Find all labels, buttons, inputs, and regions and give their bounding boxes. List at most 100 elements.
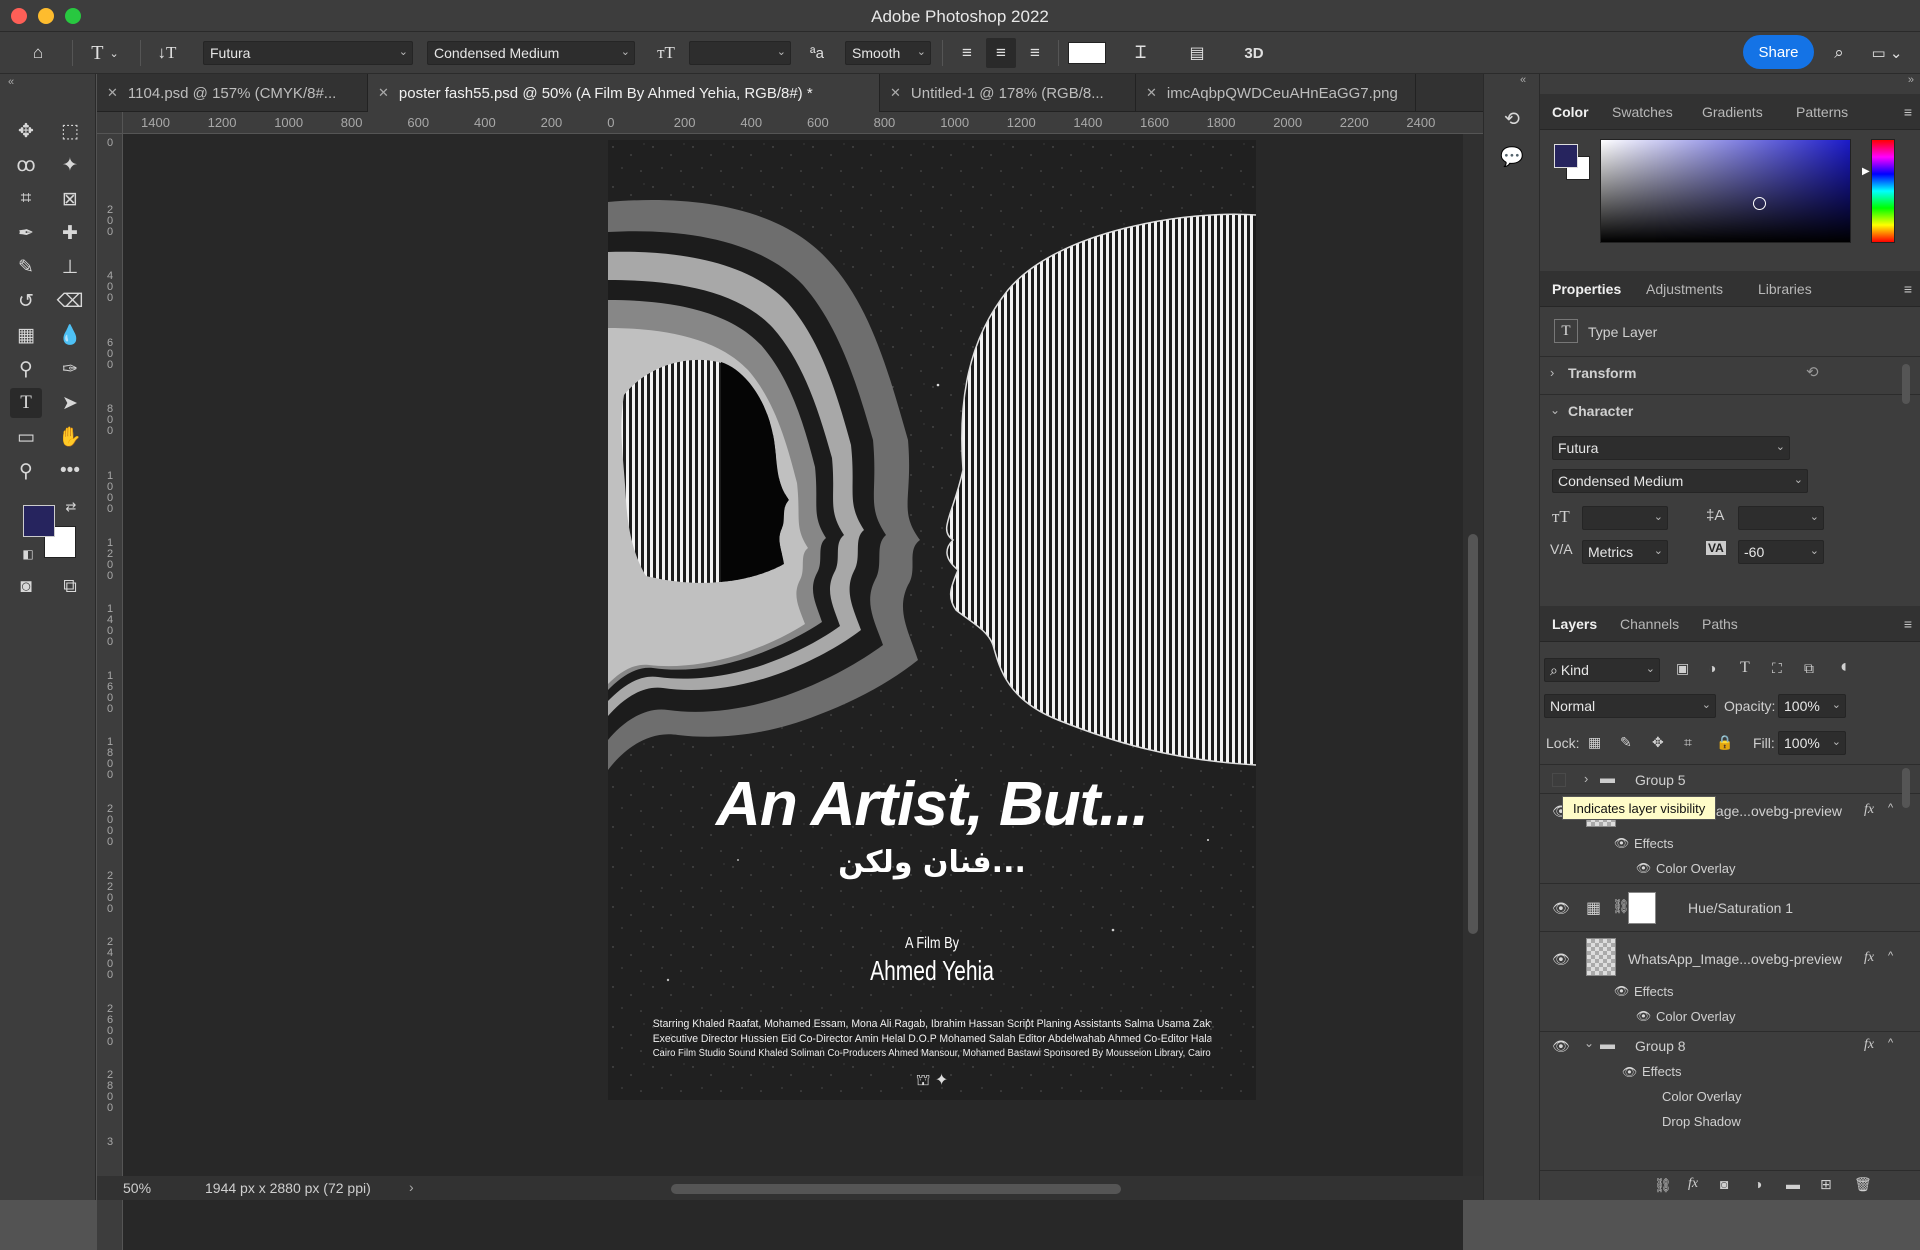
- stamp-tool-icon[interactable]: ⊥: [54, 252, 86, 282]
- close-tab-icon[interactable]: ✕: [890, 85, 901, 101]
- reset-transform-icon[interactable]: ⟲: [1806, 363, 1819, 381]
- magic-wand-icon[interactable]: ✦: [54, 150, 86, 180]
- eye-icon[interactable]: 👁: [1614, 836, 1629, 850]
- delete-layer-icon[interactable]: 🗑: [1854, 1176, 1872, 1193]
- filter-toggle-icon[interactable]: ◖: [1838, 656, 1849, 677]
- layer-row-whatsapp-2[interactable]: 👁 WhatsApp_Image...ovebg-preview fx ^ 👁 …: [1540, 932, 1920, 1032]
- color-picker-field[interactable]: [1600, 139, 1851, 243]
- character-size-field[interactable]: ⌄: [1582, 506, 1668, 530]
- layer-name[interactable]: Group 8: [1635, 1038, 1686, 1054]
- lock-artboard-icon[interactable]: ⌗: [1684, 734, 1692, 751]
- font-size-select[interactable]: ⌄: [689, 41, 791, 65]
- tab-png[interactable]: ✕ imcAqbpQWDCeuAHnEaGG7.png: [1136, 74, 1416, 112]
- effect-color-overlay[interactable]: Color Overlay: [1662, 1089, 1741, 1104]
- add-style-icon[interactable]: fx: [1688, 1176, 1698, 1192]
- add-mask-icon[interactable]: ◙: [1720, 1176, 1728, 1192]
- new-group-icon[interactable]: ▬: [1786, 1176, 1800, 1192]
- new-adjustment-icon[interactable]: ◑: [1754, 1176, 1762, 1192]
- tab-adjustments[interactable]: Adjustments: [1646, 271, 1723, 307]
- blur-tool-icon[interactable]: 💧: [54, 320, 86, 350]
- panel-menu-icon[interactable]: ≡: [1904, 281, 1912, 297]
- filter-adjustment-icon[interactable]: ◑: [1708, 660, 1716, 676]
- tab-patterns[interactable]: Patterns: [1796, 94, 1848, 130]
- effect-color-overlay[interactable]: Color Overlay: [1656, 1009, 1735, 1024]
- ruler-origin[interactable]: [97, 112, 123, 134]
- history-brush-icon[interactable]: ↺: [10, 286, 42, 316]
- font-style-select[interactable]: Condensed Medium ⌄: [427, 41, 635, 65]
- panel-fg-swatch[interactable]: [1554, 144, 1578, 168]
- type-tool-icon[interactable]: T: [10, 388, 42, 418]
- eye-icon[interactable]: 👁: [1552, 951, 1570, 968]
- font-family-select[interactable]: Futura ⌄: [203, 41, 413, 65]
- eye-icon[interactable]: 👁: [1614, 984, 1629, 998]
- layer-row-group-5[interactable]: › ▬ Group 5: [1540, 764, 1920, 794]
- align-right-icon[interactable]: ≡: [1020, 32, 1050, 74]
- tab-color[interactable]: Color: [1552, 94, 1589, 130]
- collapse-effects-icon[interactable]: ^: [1888, 1037, 1893, 1049]
- effect-color-overlay[interactable]: Color Overlay: [1656, 861, 1735, 876]
- zoom-level[interactable]: 50%: [123, 1180, 151, 1196]
- eyedropper-icon[interactable]: ✒: [10, 218, 42, 248]
- search-icon[interactable]: ⌕: [1822, 32, 1856, 74]
- screen-mode-icon[interactable]: ⧉: [54, 572, 86, 602]
- 3d-button[interactable]: 3D: [1236, 32, 1272, 74]
- hand-tool-icon[interactable]: ✋: [54, 422, 86, 452]
- filter-shape-icon[interactable]: ⛶: [1772, 660, 1782, 677]
- tab-gradients[interactable]: Gradients: [1702, 94, 1763, 130]
- color-picker-marker[interactable]: [1753, 197, 1766, 210]
- gradient-tool-icon[interactable]: ▦: [10, 320, 42, 350]
- healing-brush-icon[interactable]: ✚: [54, 218, 86, 248]
- workspace-icon[interactable]: ▭ ⌄: [1862, 32, 1912, 74]
- fill-field[interactable]: 100% ⌄: [1778, 731, 1846, 755]
- tab-poster[interactable]: ✕ poster fash55.psd @ 50% (A Film By Ahme…: [368, 74, 880, 112]
- expand-icon[interactable]: »: [1908, 74, 1914, 86]
- brush-tool-icon[interactable]: ✎: [10, 252, 42, 282]
- opacity-field[interactable]: 100% ⌄: [1778, 694, 1846, 718]
- close-tab-icon[interactable]: ✕: [378, 85, 389, 101]
- tab-1104[interactable]: ✕ 1104.psd @ 157% (CMYK/8#...: [97, 74, 368, 112]
- dodge-tool-icon[interactable]: ⚲: [10, 354, 42, 384]
- eye-icon[interactable]: 👁: [1552, 1038, 1570, 1055]
- chevron-down-icon[interactable]: ⌄: [1584, 1036, 1594, 1050]
- tab-libraries[interactable]: Libraries: [1758, 271, 1812, 307]
- character-tracking-field[interactable]: -60 ⌄: [1738, 540, 1824, 564]
- rectangle-tool-icon[interactable]: ▭: [10, 422, 42, 452]
- layer-name[interactable]: Group 5: [1635, 772, 1686, 788]
- eye-icon[interactable]: 👁: [1622, 1065, 1637, 1079]
- close-tab-icon[interactable]: ✕: [1146, 85, 1157, 101]
- character-kerning-select[interactable]: Metrics ⌄: [1582, 540, 1668, 564]
- character-panel-icon[interactable]: ▤: [1180, 32, 1214, 74]
- eraser-icon[interactable]: ⌫: [54, 286, 86, 316]
- layer-name[interactable]: WhatsApp_Image...ovebg-preview: [1628, 951, 1842, 967]
- toggle-text-orientation-icon[interactable]: ↓T: [150, 32, 184, 74]
- pen-tool-icon[interactable]: ✑: [54, 354, 86, 384]
- type-tool-preset-icon[interactable]: T ⌄: [80, 32, 130, 74]
- layer-row-hue-saturation[interactable]: 👁 ▦ ⛓ Hue/Saturation 1: [1540, 884, 1920, 932]
- visibility-toggle[interactable]: [1552, 773, 1566, 787]
- warp-text-icon[interactable]: Ꮖ: [1124, 32, 1158, 74]
- comments-panel-icon[interactable]: 💬: [1496, 142, 1528, 172]
- character-font-select[interactable]: Futura ⌄: [1552, 436, 1790, 460]
- quick-mask-icon[interactable]: ◙: [10, 572, 42, 602]
- chevron-right-icon[interactable]: ›: [409, 1179, 414, 1195]
- layer-mask-thumbnail[interactable]: [1628, 892, 1656, 924]
- zoom-tool-icon[interactable]: ⚲: [10, 456, 42, 486]
- lock-position-icon[interactable]: ✥: [1652, 734, 1664, 751]
- lasso-tool-icon[interactable]: ꝏ: [10, 150, 42, 180]
- share-button[interactable]: Share: [1743, 35, 1814, 69]
- scroll-thumb[interactable]: [1468, 534, 1478, 934]
- hue-slider[interactable]: [1871, 139, 1895, 243]
- horizontal-ruler[interactable]: 1400 1200 1000 800 600 400 200 0 200 400 600 800 100…: [123, 112, 1483, 134]
- filter-type-icon[interactable]: T: [1740, 659, 1750, 677]
- vertical-scrollbar[interactable]: [1463, 134, 1483, 1176]
- tab-channels[interactable]: Channels: [1620, 606, 1679, 642]
- default-colors-icon[interactable]: ◧: [16, 544, 40, 564]
- move-tool-icon[interactable]: ✥: [10, 116, 42, 146]
- properties-scroll-thumb[interactable]: [1902, 364, 1910, 404]
- document-info[interactable]: 1944 px x 2880 px (72 ppi): [205, 1180, 371, 1196]
- horizontal-scroll-thumb[interactable]: [671, 1184, 1121, 1194]
- hue-slider-handle[interactable]: ▶: [1862, 166, 1870, 177]
- character-section[interactable]: ⌄ Character: [1540, 394, 1920, 428]
- tab-properties[interactable]: Properties: [1552, 271, 1621, 307]
- character-style-select[interactable]: Condensed Medium ⌄: [1552, 469, 1808, 493]
